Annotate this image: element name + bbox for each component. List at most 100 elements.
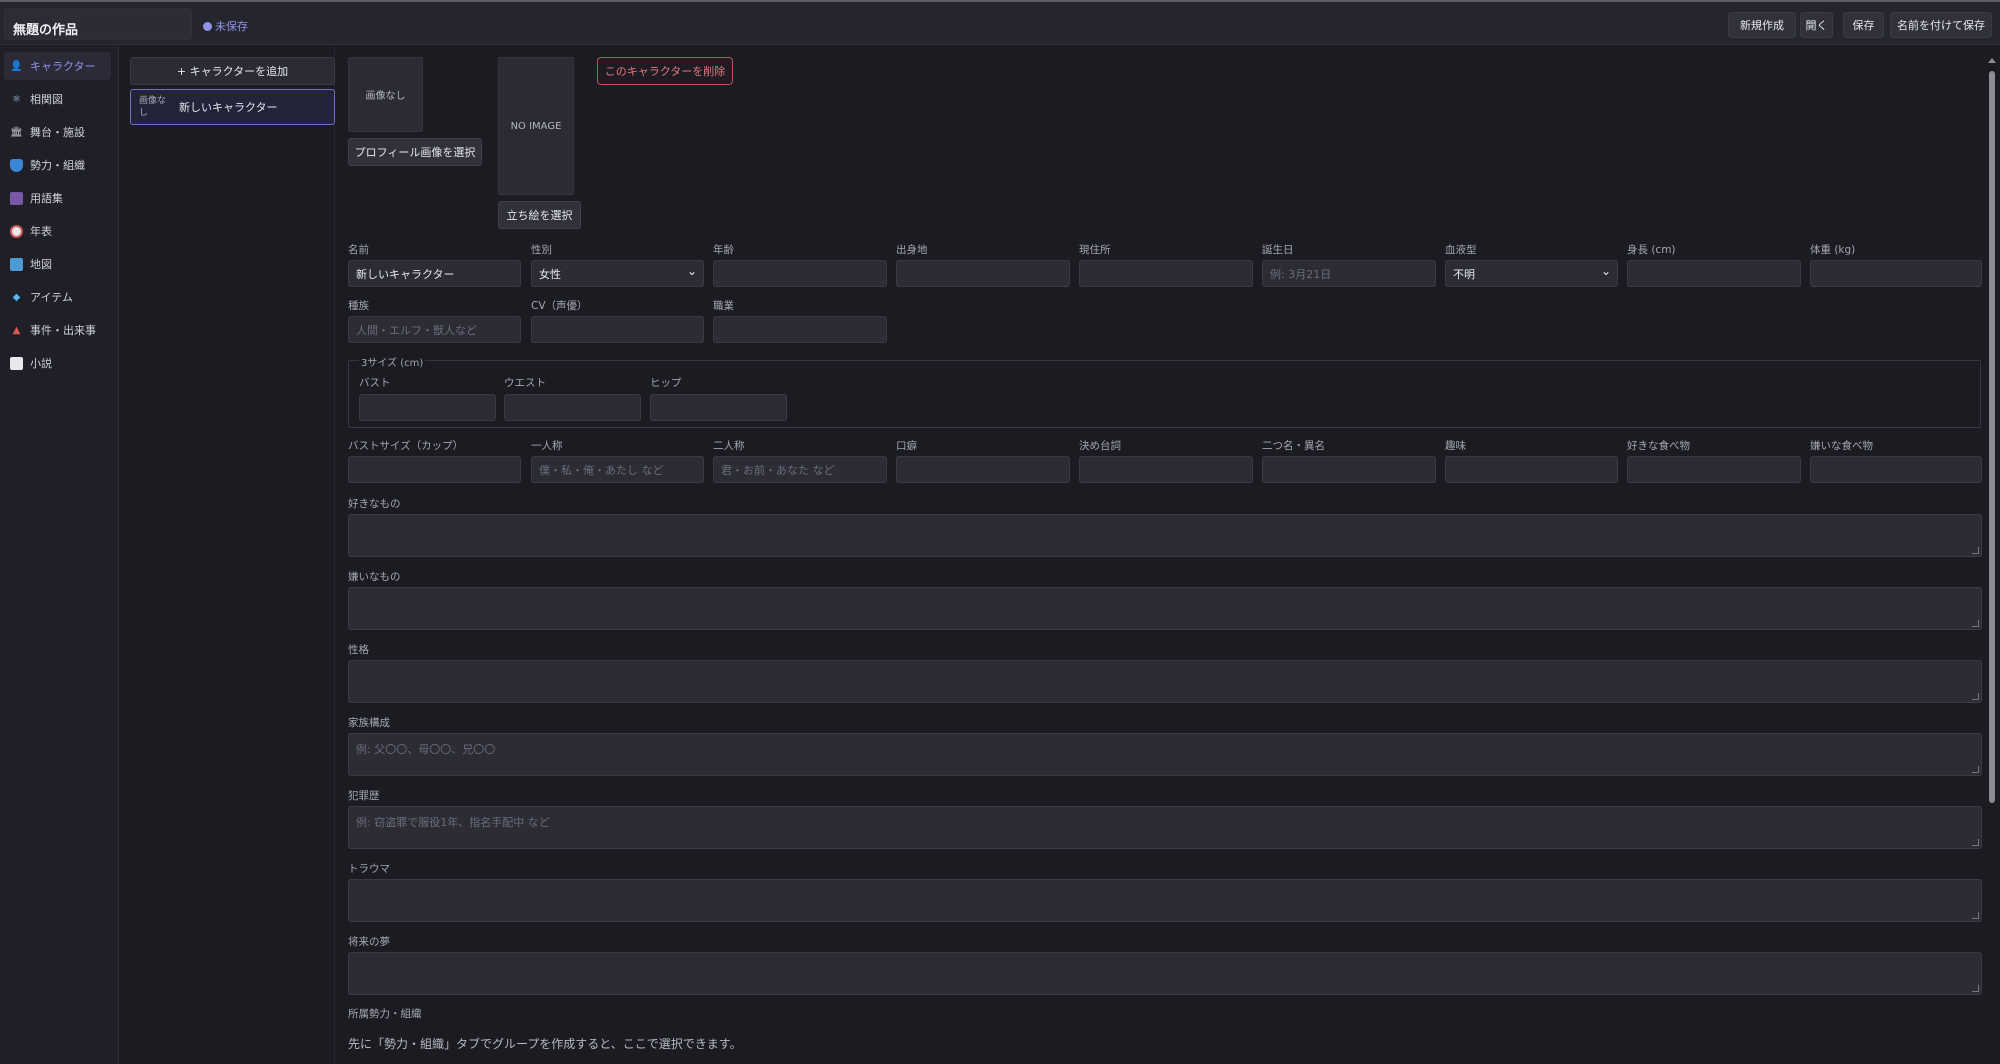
trauma-textarea[interactable] <box>348 879 1982 922</box>
disliked-food-label: 嫌いな食べ物 <box>1810 440 1873 452</box>
catchphrase-input[interactable] <box>1079 456 1253 483</box>
job-input[interactable] <box>713 316 887 343</box>
project-title-input[interactable]: 無題の作品 <box>4 8 192 40</box>
person-icon: 👤 <box>10 60 23 72</box>
character-list-item[interactable]: 画像なし 新しいキャラクター <box>130 89 335 125</box>
favorite-food-input[interactable] <box>1627 456 1801 483</box>
select-standing-image-button[interactable]: 立ち絵を選択 <box>498 201 581 229</box>
birthplace-input[interactable] <box>896 260 1070 287</box>
name-label: 名前 <box>348 244 369 256</box>
hip-input[interactable] <box>650 394 787 421</box>
disliked-food-input[interactable] <box>1810 456 1982 483</box>
first-person-input[interactable]: 僕・私・俺・あたし など <box>531 456 704 483</box>
residence-label: 現住所 <box>1079 244 1111 256</box>
sidebar-item-label: 用語集 <box>30 192 63 205</box>
save-status: 未保存 <box>203 18 248 34</box>
gender-select[interactable]: 女性 <box>531 260 704 287</box>
character-editor: 画像なし プロフィール画像を選択 NO IMAGE 立ち絵を選択 このキャラクタ… <box>335 45 1985 1064</box>
save-button[interactable]: 保存 <box>1843 12 1884 38</box>
future-dream-label: 将来の夢 <box>348 936 390 948</box>
three-sizes-group: 3サイズ (cm) バスト ウエスト ヒップ <box>348 354 1981 428</box>
save-status-label: 未保存 <box>215 20 248 33</box>
sidebar-item-glossary[interactable]: 用語集 <box>4 184 111 212</box>
future-dream-textarea[interactable] <box>348 952 1982 995</box>
character-list-pane: + キャラクターを追加 画像なし 新しいキャラクター <box>119 45 335 1064</box>
dislikes-label: 嫌いなもの <box>348 571 401 583</box>
first-person-label: 一人称 <box>531 440 563 452</box>
sidebar-item-map[interactable]: 地図 <box>4 250 111 278</box>
scrollbar[interactable] <box>1985 55 2000 1064</box>
sidebar-item-relations[interactable]: ⚛ 相関図 <box>4 85 111 113</box>
gender-label: 性別 <box>531 244 552 256</box>
race-input[interactable]: 人間・エルフ・獣人など <box>348 316 521 343</box>
birthday-label: 誕生日 <box>1262 244 1294 256</box>
new-button[interactable]: 新規作成 <box>1728 12 1796 38</box>
residence-input[interactable] <box>1079 260 1253 287</box>
sidebar-item-character[interactable]: 👤 キャラクター <box>4 52 111 80</box>
sidebar-item-label: アイテム <box>30 291 73 304</box>
sidebar-item-label: 事件・出来事 <box>30 324 96 337</box>
alias-input[interactable] <box>1262 456 1436 483</box>
sidebar-item-label: 勢力・組織 <box>30 159 85 172</box>
sidebar-item-label: 相関図 <box>30 93 63 106</box>
scrollbar-thumb[interactable] <box>1989 71 1995 803</box>
hobby-input[interactable] <box>1445 456 1618 483</box>
sidebar-item-label: 舞台・施設 <box>30 126 85 139</box>
sidebar-item-novel[interactable]: 小説 <box>4 349 111 377</box>
blood-type-select[interactable]: 不明 <box>1445 260 1618 287</box>
sidebar-item-label: 小説 <box>30 357 52 370</box>
blood-type-value: 不明 <box>1453 267 1475 281</box>
weight-input[interactable] <box>1810 260 1982 287</box>
age-label: 年齢 <box>713 244 734 256</box>
sidebar: 👤 キャラクター ⚛ 相関図 🏛 舞台・施設 勢力・組織 用語集 年表 地図 ◆… <box>0 45 119 1064</box>
waist-input[interactable] <box>504 394 641 421</box>
criminal-record-label: 犯罪歴 <box>348 790 380 802</box>
criminal-record-textarea[interactable]: 例: 窃盗罪で服役1年、指名手配中 など <box>348 806 1982 849</box>
sidebar-item-label: 年表 <box>30 225 52 238</box>
cup-input[interactable] <box>348 456 521 483</box>
birthday-input[interactable]: 例: 3月21日 <box>1262 260 1436 287</box>
delete-character-button[interactable]: このキャラクターを削除 <box>597 57 733 85</box>
speech-habit-input[interactable] <box>896 456 1070 483</box>
top-bar: 無題の作品 未保存 新規作成 開く 保存 名前を付けて保存 <box>0 0 2000 45</box>
book-icon <box>10 191 23 205</box>
likes-textarea[interactable] <box>348 514 1982 557</box>
name-input[interactable]: 新しいキャラクター <box>348 260 521 287</box>
gender-value: 女性 <box>539 267 561 281</box>
waist-label: ウエスト <box>504 377 546 389</box>
sidebar-item-items[interactable]: ◆ アイテム <box>4 283 111 311</box>
character-thumbnail: 画像なし <box>139 96 167 118</box>
sidebar-item-timeline[interactable]: 年表 <box>4 217 111 245</box>
bust-input[interactable] <box>359 394 496 421</box>
personality-label: 性格 <box>348 644 369 656</box>
select-profile-image-button[interactable]: プロフィール画像を選択 <box>348 138 482 166</box>
save-as-button[interactable]: 名前を付けて保存 <box>1890 12 1992 38</box>
cv-input[interactable] <box>531 316 704 343</box>
job-label: 職業 <box>713 300 734 312</box>
standing-image-placeholder: NO IMAGE <box>498 57 574 195</box>
clock-icon <box>10 224 23 238</box>
siren-icon: ▲ <box>12 324 21 336</box>
add-character-button[interactable]: + キャラクターを追加 <box>130 57 335 85</box>
open-book-icon <box>10 356 23 370</box>
family-textarea[interactable]: 例: 父〇〇、母〇〇、兄〇〇 <box>348 733 1982 776</box>
dislikes-textarea[interactable] <box>348 587 1982 630</box>
personality-textarea[interactable] <box>348 660 1982 703</box>
scroll-up-icon[interactable] <box>1988 58 1996 63</box>
sidebar-item-events[interactable]: ▲ 事件・出来事 <box>4 316 111 344</box>
sidebar-item-label: キャラクター <box>30 60 96 73</box>
hobby-label: 趣味 <box>1445 440 1466 452</box>
building-icon: 🏛 <box>10 126 23 138</box>
status-dot-icon <box>203 21 212 31</box>
hip-label: ヒップ <box>650 377 682 389</box>
height-input[interactable] <box>1627 260 1801 287</box>
catchphrase-label: 決め台詞 <box>1079 440 1121 452</box>
cup-label: バストサイズ（カップ） <box>348 440 464 452</box>
second-person-input[interactable]: 君・お前・あなた など <box>713 456 887 483</box>
blood-type-label: 血液型 <box>1445 244 1477 256</box>
open-button[interactable]: 開く <box>1800 12 1833 38</box>
sidebar-item-places[interactable]: 🏛 舞台・施設 <box>4 118 111 146</box>
sidebar-item-factions[interactable]: 勢力・組織 <box>4 151 111 179</box>
age-input[interactable] <box>713 260 887 287</box>
family-label: 家族構成 <box>348 717 390 729</box>
